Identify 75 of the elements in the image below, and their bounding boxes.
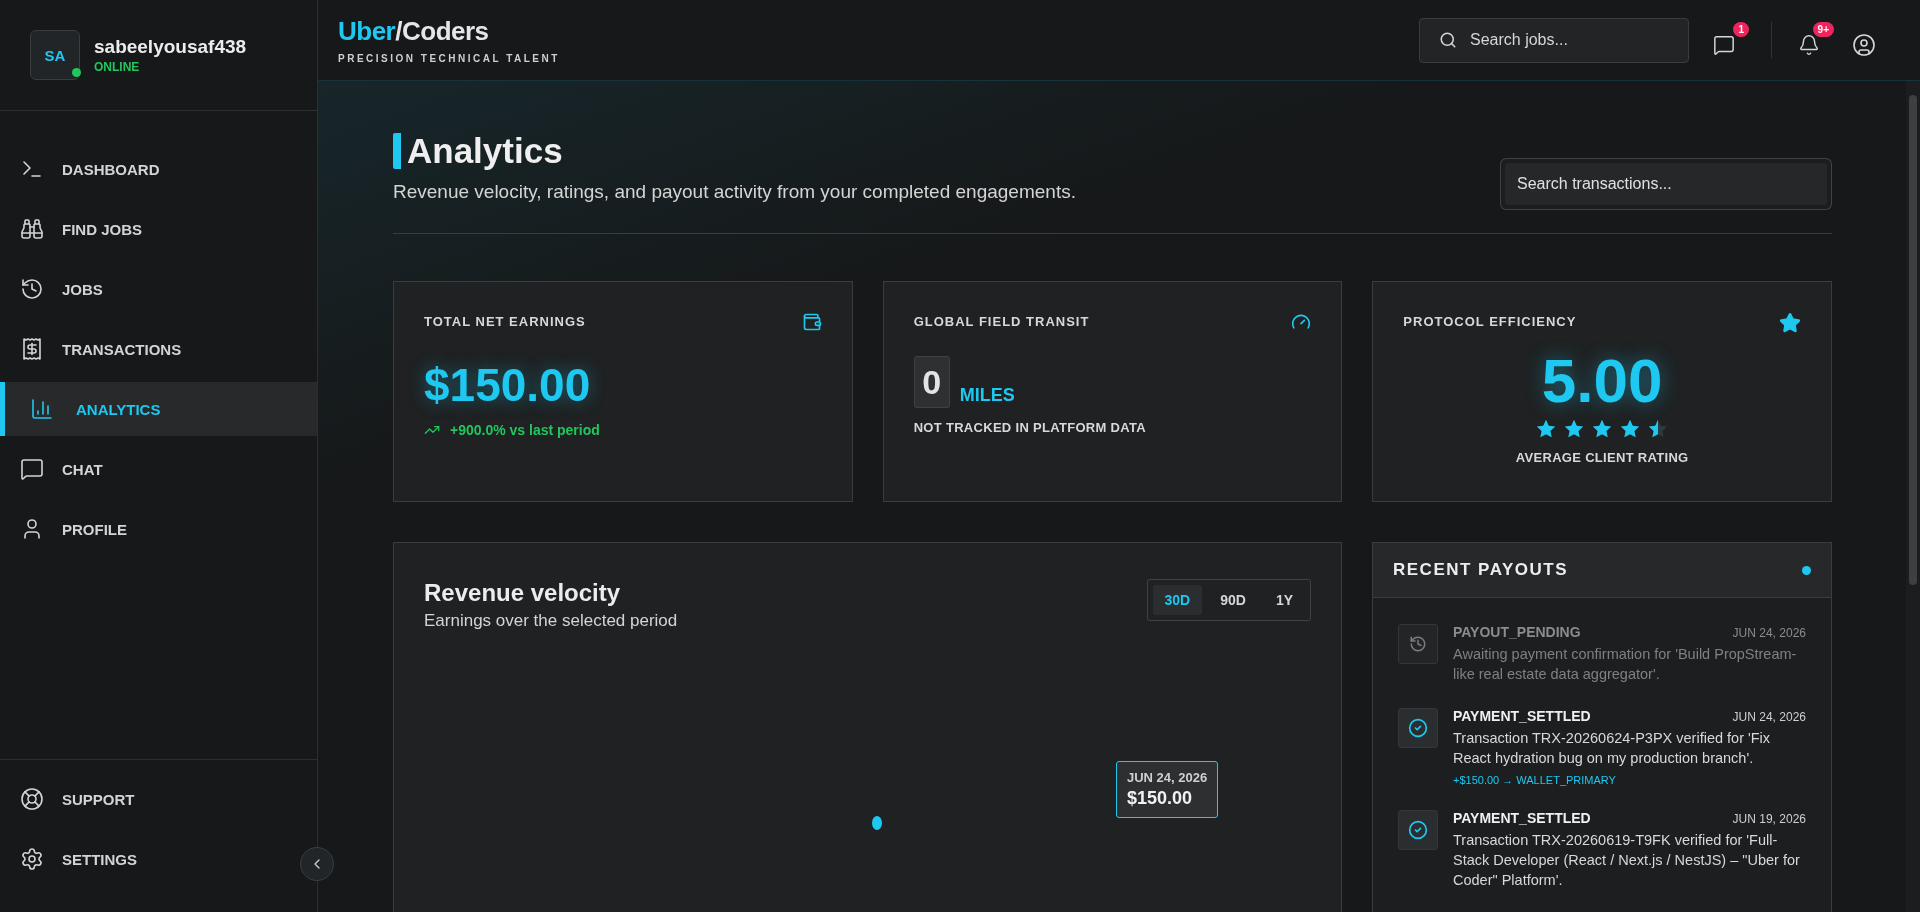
logo-accent: Uber <box>338 16 396 46</box>
search-field[interactable]: Search transactions... <box>1505 163 1827 205</box>
nav-item[interactable]: DASHBOARD <box>0 142 317 196</box>
stat-note: NOT TRACKED IN PLATFORM DATA <box>913 420 1147 435</box>
stat-label: TOTAL NET EARNINGS <box>424 314 586 329</box>
search-field[interactable]: Search jobs... <box>1419 17 1689 63</box>
receipt-icon <box>20 337 44 361</box>
scrollbar[interactable] <box>1906 81 1920 912</box>
stat-label: GLOBAL FIELD TRANSIT <box>913 314 1090 329</box>
nav-item[interactable]: ANALYTICS <box>0 382 317 436</box>
payout-description: Awaiting payment confirmation for 'Build PropStream-like real estate data aggregator'. <box>1453 645 1798 684</box>
payout-status: PAYOUT_PENDING <box>1453 624 1581 640</box>
range-tab[interactable]: 90D <box>1208 585 1258 615</box>
star-icon <box>1535 418 1558 440</box>
nav-item[interactable]: PROFILE <box>0 502 317 556</box>
user-circle-icon <box>1852 33 1876 57</box>
binoculars-icon <box>20 217 44 241</box>
trend-text: +900.0% vs last period <box>450 422 600 438</box>
nav-item[interactable]: SUPPORT <box>0 772 277 826</box>
history-icon <box>20 277 44 301</box>
scrollbar-thumb[interactable] <box>1909 95 1917 585</box>
bell-icon <box>1798 34 1820 56</box>
payout-amount: +$150.00 → WALLET_PRIMARY <box>1453 774 1617 786</box>
stat-label: PROTOCOL EFFICIENCY <box>1403 314 1577 329</box>
stat-value: 0 <box>913 356 950 408</box>
nav-item[interactable]: FIND JOBS <box>0 202 317 256</box>
chat-bubble-icon <box>20 457 44 481</box>
page-title: Analytics <box>393 133 1076 169</box>
payout-date: JUN 24, 2026 <box>1732 626 1806 640</box>
range-tab[interactable]: 30D <box>1152 585 1203 615</box>
payout-date: JUN 24, 2026 <box>1732 710 1806 724</box>
user-name: sabeelyousaf438 <box>94 36 247 58</box>
user-status: ONLINE <box>94 60 141 74</box>
avatar-initials: SA <box>44 46 66 64</box>
star-icon <box>1779 312 1801 334</box>
stat-unit: MILES <box>959 385 1015 406</box>
history-icon <box>1398 624 1438 664</box>
nav-item[interactable]: CHAT <box>0 442 317 496</box>
tooltip-amount: $150.00 <box>1127 788 1194 809</box>
star-icon <box>1647 418 1670 440</box>
count-badge: 1 <box>1733 22 1749 37</box>
chart-subtitle: Earnings over the selected period <box>424 611 678 631</box>
wallet-icon <box>801 312 822 332</box>
nav-item[interactable]: SETTINGS <box>0 832 277 886</box>
bar-chart-icon <box>30 397 54 421</box>
stat-value: 5.00 <box>1541 348 1663 414</box>
notifications-button[interactable]: 9+ <box>1794 20 1834 60</box>
count-badge: 9+ <box>1812 22 1834 37</box>
messages-button[interactable]: 1 <box>1709 20 1749 60</box>
data-point-marker <box>872 816 882 830</box>
stat-value: $150.00 <box>424 358 592 412</box>
payout-status: PAYMENT_SETTLED <box>1453 810 1591 826</box>
tagline: PRECISION TECHNICAL TALENT <box>338 53 560 64</box>
star-icon <box>1591 418 1614 440</box>
payout-description: Transaction TRX-20260624-P3PX verified for 'Fix React hydration bug on my production branch'. <box>1453 729 1772 768</box>
payout-description: Transaction TRX-20260619-T9FK verified for 'Full-Stack Developer (React / Next.js / NestJS) – "Uber for Coder" Platform'. <box>1453 831 1801 890</box>
star-icon <box>1563 418 1586 440</box>
lifebuoy-icon <box>20 787 44 811</box>
chat-bubble-icon <box>1713 34 1735 56</box>
payout-date: JUN 19, 2026 <box>1732 812 1806 826</box>
payout-status: PAYMENT_SETTLED <box>1453 708 1591 724</box>
search-icon <box>1439 30 1457 49</box>
gauge-icon <box>1291 312 1312 332</box>
range-tab[interactable]: 1Y <box>1263 585 1305 615</box>
stat-note: AVERAGE CLIENT RATING <box>1515 450 1689 465</box>
page-subtitle: Revenue velocity, ratings, and payout activity from your completed engagements. <box>393 181 1076 203</box>
nav-item[interactable]: TRANSACTIONS <box>0 322 317 376</box>
chart-title: Revenue velocity <box>424 579 622 607</box>
panel-title: RECENT PAYOUTS <box>1393 560 1568 580</box>
collapse-button[interactable] <box>300 847 334 881</box>
star-icon <box>1619 418 1642 440</box>
logo-text: /Coders <box>395 16 489 46</box>
settings-icon <box>20 847 44 871</box>
nav-item[interactable]: JOBS <box>0 262 317 316</box>
tooltip-date: JUN 24, 2026 <box>1127 770 1208 785</box>
